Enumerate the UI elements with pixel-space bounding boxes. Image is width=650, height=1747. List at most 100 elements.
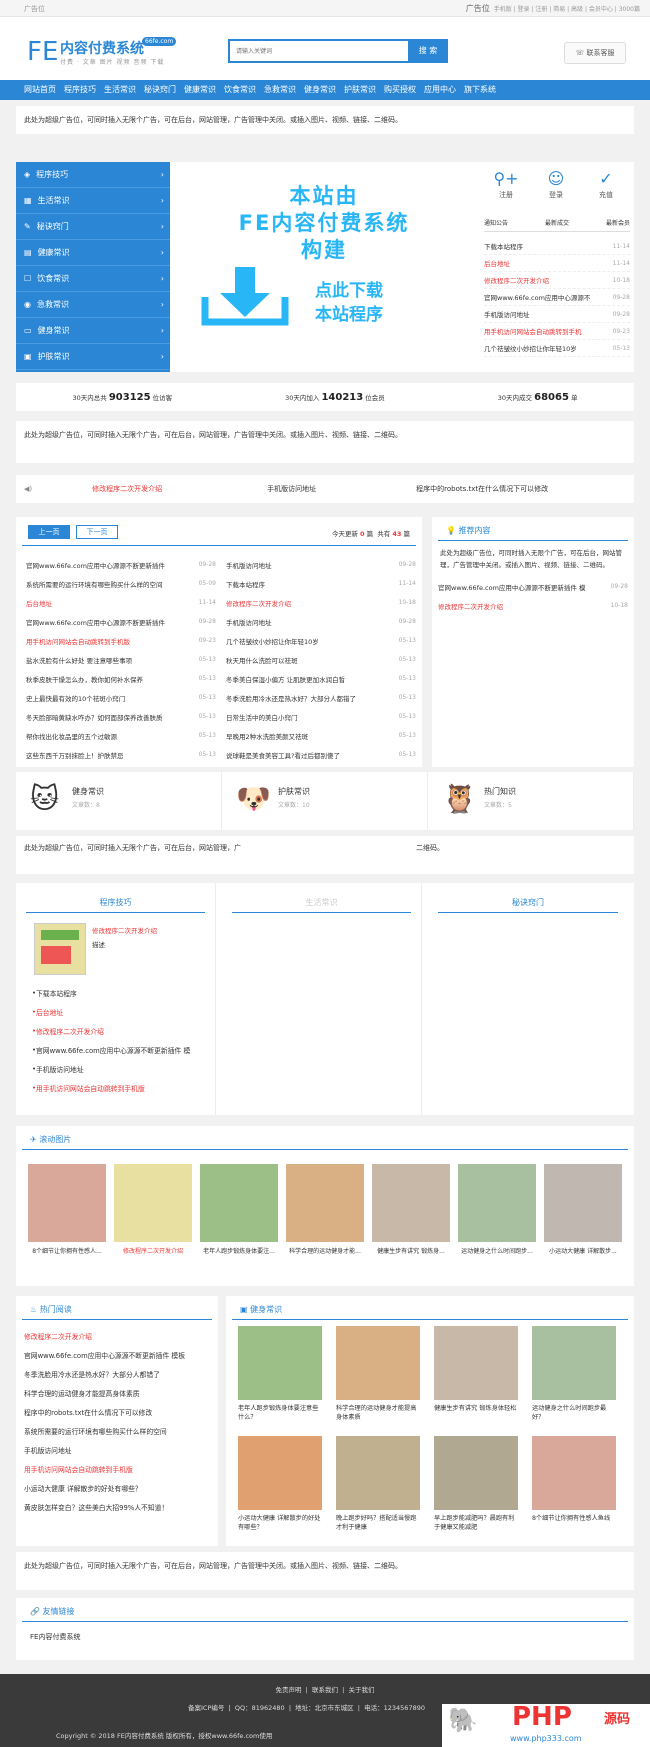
top-links-text[interactable]: 手机版 | 登录 | 注册 | 简易 | 高级 | 会员中心 | 3000篇 — [494, 4, 640, 13]
fitness-caption[interactable]: 8个细节让你拥有性感人鱼线 — [532, 1514, 618, 1534]
news-item[interactable]: 说球鞋是美食美容工具?看过后都别傻了 05-13 — [226, 745, 416, 764]
column-list-item[interactable]: • 用手机访问网站会自动跳转到手机版 — [24, 1078, 214, 1097]
column-list-text[interactable]: 官网www.66fe.com应用中心源源不断更新插件 模 — [36, 1045, 190, 1055]
scroll-photo[interactable] — [286, 1164, 364, 1242]
news-title[interactable]: 这些东西千万别抹脸上！护肤禁忌 — [26, 750, 124, 760]
news-item[interactable]: 日常生活中的美白小窍门 05-13 — [226, 707, 416, 726]
hot-item[interactable]: 官网www.66fe.com应用中心源源不断更新插件 模板 — [16, 1345, 218, 1364]
nav-item[interactable]: 旗下系统 — [460, 80, 500, 100]
fitness-caption[interactable]: 小运动大健康 详解散步的好处有哪些？ — [238, 1514, 324, 1534]
column-list-item[interactable]: • 后台地址 — [24, 1002, 214, 1021]
hot-item[interactable]: 用手机访问网站会自动跳转到手机版 — [16, 1459, 218, 1478]
news-item[interactable]: 冬季美白保湿小偏方 让肌肤更加水润白皙 05-13 — [226, 669, 416, 688]
login-button[interactable]: ☺ 登录 — [536, 168, 576, 200]
sidebar-item[interactable]: ▣ 护肤常识 › — [16, 344, 170, 370]
news-item[interactable]: 几个祛皱纹小妙招让你年轻10岁 05-13 — [226, 631, 416, 650]
news-item[interactable]: 修改程序二次开发介绍 10-18 — [226, 593, 416, 612]
scroll-photo[interactable] — [114, 1164, 192, 1242]
notice-title[interactable]: 几个祛皱纹小妙招让你年轻10岁 — [484, 343, 577, 353]
news-title[interactable]: 冬天脸部暗黄缺水咋办？如何面部保养改善肤质 — [26, 712, 163, 722]
ad-banner-3[interactable]: 此处为超级广告位，可同时插入无限个广告，可在后台，网站管理，广 二维码。 — [16, 836, 634, 874]
fitness-photo[interactable] — [238, 1326, 322, 1400]
notice-title[interactable]: 后台地址 — [484, 258, 510, 268]
news-title[interactable]: 秋天用什么洗脸可以祛斑 — [226, 655, 298, 665]
news-item[interactable]: 官网www.66fe.com应用中心源源不断更新插件 09-28 — [26, 612, 216, 631]
news-item[interactable]: 帮你找出化妆品里的五个过敏源 05-13 — [26, 726, 216, 745]
category-card[interactable]: 🦉 热门知识 文章数：5 — [428, 772, 634, 830]
footer-link-about[interactable]: 关于我们 — [348, 1686, 374, 1694]
scroll-photo[interactable] — [544, 1164, 622, 1242]
scroll-caption[interactable]: 老年人跑步锻炼身体要注... — [198, 1246, 280, 1255]
news-title[interactable]: 几个祛皱纹小妙招让你年轻10岁 — [226, 636, 319, 646]
notice-item-2[interactable]: 手机版访问地址 — [267, 484, 316, 494]
news-title[interactable]: 日常生活中的美白小窍门 — [226, 712, 298, 722]
fitness-caption[interactable]: 健康生步有讲究 锻炼身体轻松 — [434, 1404, 520, 1424]
scroll-photo[interactable] — [28, 1164, 106, 1242]
ad-banner-2[interactable]: 此处为超级广告位，可同时插入无限个广告，可在后台，网站管理，广告管理中关闭。或插… — [16, 421, 634, 463]
sidebar-item[interactable]: ◈ 程序技巧 › — [16, 162, 170, 188]
news-title[interactable]: 冬季洗脸用冷水还是热水好？大部分人都错了 — [226, 693, 356, 703]
tab-members[interactable]: 最新会员 — [606, 218, 630, 227]
nav-item[interactable]: 护肤常识 — [340, 80, 380, 100]
notice-item-1[interactable]: 修改程序二次开发介绍 — [92, 484, 162, 494]
nav-item[interactable]: 饮食常识 — [220, 80, 260, 100]
news-item[interactable]: 后台地址 11-14 — [26, 593, 216, 612]
hot-item[interactable]: 修改程序二次开发介绍 — [16, 1326, 218, 1345]
hot-item[interactable]: 手机版访问地址 — [16, 1440, 218, 1459]
news-item[interactable]: 秋天用什么洗脸可以祛斑 05-13 — [226, 650, 416, 669]
scroll-caption[interactable]: 科学合理的运动健身才能... — [284, 1246, 366, 1255]
column-list-text[interactable]: 下载本站程序 — [36, 988, 77, 998]
news-title[interactable]: 官网www.66fe.com应用中心源源不断更新插件 — [26, 560, 165, 570]
news-item[interactable]: 盐水洗脸有什么好处 要注意哪些事项 05-13 — [26, 650, 216, 669]
news-title[interactable]: 说球鞋是美食美容工具?看过后都别傻了 — [226, 750, 340, 760]
news-item[interactable]: 早晚用2种水洗脸美颜又祛斑 05-13 — [226, 726, 416, 745]
sidebar-item[interactable]: ✎ 秘诀窍门 › — [16, 214, 170, 240]
nav-item[interactable]: 购买授权 — [380, 80, 420, 100]
news-title[interactable]: 史上最快最有效的10个祛斑小窍门 — [26, 693, 125, 703]
footer-link-disclaimer[interactable]: 免责声明 — [276, 1686, 302, 1694]
notice-list-item[interactable]: 用手机访问网站会自动跳转到手机 09-23 — [484, 323, 630, 340]
sidebar-item[interactable]: ◉ 急救常识 › — [16, 292, 170, 318]
news-title[interactable]: 修改程序二次开发介绍 — [226, 598, 291, 608]
notice-item-3[interactable]: 程序中的robots.txt在什么情况下可以修改 — [416, 484, 548, 494]
fitness-photo[interactable] — [238, 1436, 322, 1510]
news-title[interactable]: 冬季美白保湿小偏方 让肌肤更加水润白皙 — [226, 674, 345, 684]
nav-item[interactable]: 网站首页 — [20, 80, 60, 100]
news-item[interactable]: 史上最快最有效的10个祛斑小窍门 05-13 — [26, 688, 216, 707]
column-title-2[interactable]: 生活常识 — [232, 897, 411, 913]
nav-item[interactable]: 急救常识 — [260, 80, 300, 100]
customer-service-button[interactable]: ☏ 联系客服 — [564, 42, 626, 64]
fitness-caption[interactable]: 运动健身之什么时间跑步最好？ — [532, 1404, 618, 1424]
notice-title[interactable]: 手机版访问地址 — [484, 309, 530, 319]
column-list-text[interactable]: 后台地址 — [36, 1007, 63, 1017]
hot-item[interactable]: 系统所需要的运行环境有哪些购买什么样的空间 — [16, 1421, 218, 1440]
nav-item[interactable]: 生活常识 — [100, 80, 140, 100]
fitness-caption[interactable]: 晚上跑步好吗？搭配适当慢跑才利于健康 — [336, 1514, 422, 1534]
search-button[interactable]: 搜 索 — [408, 39, 448, 63]
column-list-text[interactable]: 修改程序二次开发介绍 — [36, 1026, 104, 1036]
news-title[interactable]: 官网www.66fe.com应用中心源源不断更新插件 — [26, 617, 165, 627]
scroll-photo[interactable] — [372, 1164, 450, 1242]
hot-item[interactable]: 黄皮肤怎样变白？这些美白大招99%人不知道！ — [16, 1497, 218, 1516]
scroll-photo[interactable] — [200, 1164, 278, 1242]
search-input[interactable] — [230, 41, 400, 61]
fitness-photo[interactable] — [434, 1326, 518, 1400]
fitness-photo[interactable] — [336, 1436, 420, 1510]
news-item[interactable]: 系统所需要的运行环境有哪些购买什么样的空间 05-09 — [26, 574, 216, 593]
feature-title[interactable]: 修改程序二次开发介绍 — [92, 925, 157, 935]
column-list-text[interactable]: 用手机访问网站会自动跳转到手机版 — [36, 1083, 145, 1093]
news-item[interactable]: 官网www.66fe.com应用中心源源不断更新插件 09-28 — [26, 555, 216, 574]
news-title[interactable]: 用手机访问网站会自动跳转到手机版 — [26, 636, 130, 646]
sidebar-item[interactable]: ▦ 生活常识 › — [16, 188, 170, 214]
category-name[interactable]: 健身常识 — [72, 786, 104, 797]
column-title-3[interactable]: 秘诀窍门 — [438, 897, 618, 913]
column-list-text[interactable]: 手机版访问地址 — [36, 1064, 84, 1074]
news-title[interactable]: 早晚用2种水洗脸美颜又祛斑 — [226, 731, 308, 741]
tab-notice[interactable]: 通知公告 — [484, 218, 508, 227]
scroll-photo[interactable] — [458, 1164, 536, 1242]
fitness-photo[interactable] — [532, 1436, 616, 1510]
news-title[interactable]: 手机版访问地址 — [226, 560, 272, 570]
notice-list-item[interactable]: 后台地址 11-14 — [484, 255, 630, 272]
category-name[interactable]: 热门知识 — [484, 786, 516, 797]
recommend-ad[interactable]: 此处为超级广告位，可同时插入无限个广告，可在后台，网站管理，广告管理中关闭。或插… — [432, 541, 634, 577]
